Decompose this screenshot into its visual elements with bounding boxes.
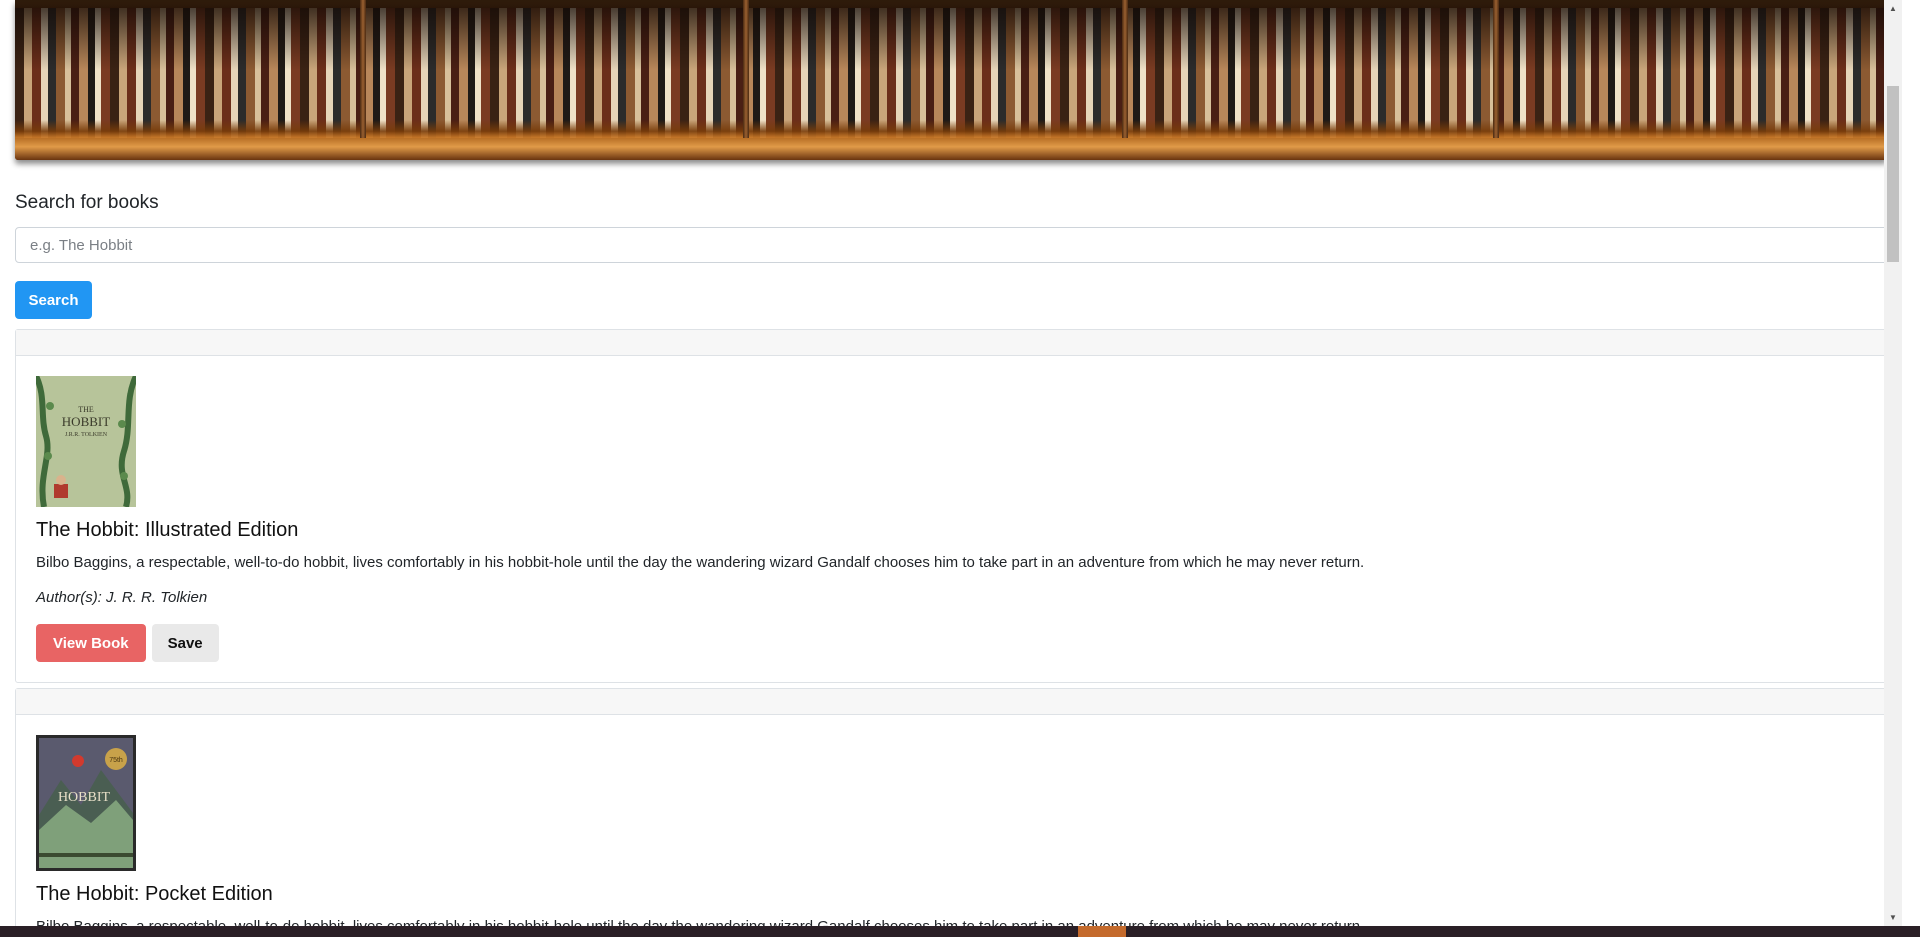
search-input[interactable] [15, 227, 1901, 263]
book-title: The Hobbit: Illustrated Edition [36, 519, 299, 541]
book-result-card: 75th HOBBIT The Hobbit: Pocket Edition B… [15, 688, 1889, 926]
card-body: THE HOBBIT J.R.R. TOLKIEN The Hobbit: Il… [16, 356, 1888, 682]
cover-text-line: J.R.R. TOLKIEN [65, 432, 108, 438]
book-title: The Hobbit: Pocket Edition [36, 883, 273, 905]
banner-shelf-bottom [15, 138, 1887, 160]
book-cover-image: THE HOBBIT J.R.R. TOLKIEN [36, 376, 136, 507]
card-header [16, 689, 1888, 715]
banner-shelf-divider [1493, 0, 1499, 160]
book-description: Bilbo Baggins, a respectable, well-to-do… [36, 554, 1365, 571]
cover-text-line: HOBBIT [62, 414, 110, 429]
page: Search for books Search THE HOBBIT J.R.R… [0, 0, 1902, 926]
book-cover-image: 75th HOBBIT [36, 735, 136, 871]
os-taskbar [0, 926, 1920, 937]
view-book-button[interactable]: View Book [36, 624, 146, 662]
card-body: 75th HOBBIT The Hobbit: Pocket Edition B… [16, 715, 1888, 926]
bookshelf-banner [15, 0, 1887, 160]
cover-text-line: THE [78, 405, 94, 414]
scroll-down-arrow-icon[interactable]: ▼ [1884, 909, 1902, 926]
banner-shade [15, 0, 1887, 70]
taskbar-active-app[interactable] [1078, 926, 1126, 937]
book-actions: View Book Save [36, 624, 1868, 662]
book-description: Bilbo Baggins, a respectable, well-to-do… [36, 918, 1868, 926]
card-header [16, 330, 1888, 356]
book-result-card: THE HOBBIT J.R.R. TOLKIEN The Hobbit: Il… [15, 329, 1889, 683]
banner-shelf-divider [743, 0, 749, 160]
banner-shelf-divider [360, 0, 366, 160]
scrollbar-thumb[interactable] [1887, 86, 1899, 262]
search-label: Search for books [15, 192, 159, 213]
banner-shelf-divider [1122, 0, 1128, 160]
book-authors: Author(s): J. R. R. Tolkien [36, 589, 208, 606]
page-scrollbar[interactable]: ▲ ▼ [1884, 0, 1902, 926]
scroll-up-arrow-icon[interactable]: ▲ [1884, 0, 1902, 17]
save-button[interactable]: Save [151, 624, 219, 662]
cover-text-line: HOBBIT [58, 790, 111, 805]
search-button[interactable]: Search [15, 281, 92, 319]
cover-text-line: 75th [109, 757, 123, 764]
